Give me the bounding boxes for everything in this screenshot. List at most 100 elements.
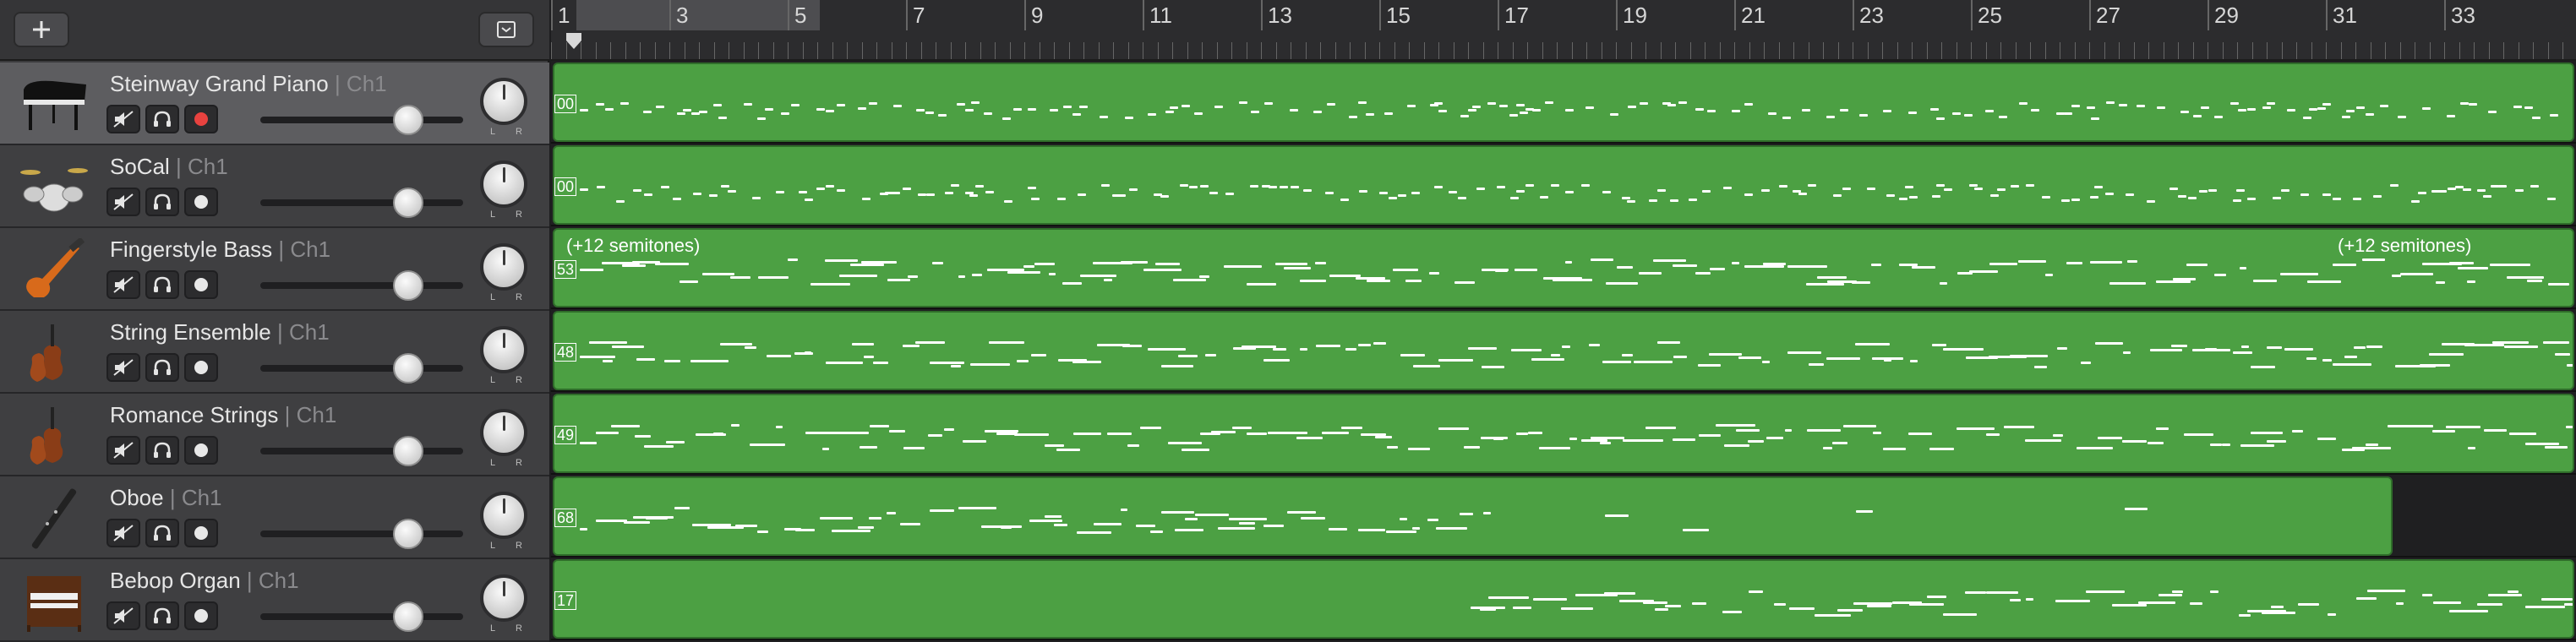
pan-knob[interactable] xyxy=(480,492,527,539)
track-lane-0[interactable]: 00 xyxy=(551,61,2576,144)
solo-button[interactable] xyxy=(145,353,179,382)
midi-note xyxy=(1411,527,1421,530)
pan-label-r: R xyxy=(516,209,522,220)
volume-slider[interactable] xyxy=(260,601,463,632)
track-lane-3[interactable]: 48 xyxy=(551,309,2576,392)
track-lane-6[interactable]: 17 xyxy=(551,558,2576,640)
volume-slider-track xyxy=(260,530,463,537)
mute-button[interactable] xyxy=(106,105,140,133)
track-header-2[interactable]: Fingerstyle Bass | Ch1 L R xyxy=(0,228,549,311)
pan-knob[interactable] xyxy=(480,243,527,291)
track-header-6[interactable]: Bebop Organ | Ch1 L R xyxy=(0,559,549,642)
track-header-4[interactable]: Romance Strings | Ch1 L R xyxy=(0,394,549,476)
solo-button[interactable] xyxy=(145,105,179,133)
midi-region[interactable]: 00 xyxy=(553,63,2574,142)
record-enable-button[interactable] xyxy=(184,519,218,547)
midi-region[interactable]: 48 xyxy=(553,311,2574,390)
track-header-1[interactable]: SoCal | Ch1 L R xyxy=(0,145,549,228)
solo-button[interactable] xyxy=(145,519,179,547)
track-lane-1[interactable]: 00 xyxy=(551,144,2576,226)
ruler-bar-number: 31 xyxy=(2333,3,2357,28)
midi-note xyxy=(1749,590,1763,593)
pan-knob[interactable] xyxy=(480,160,527,208)
mute-button[interactable] xyxy=(106,270,140,299)
midi-note xyxy=(974,185,984,188)
track-name[interactable]: Bebop Organ | Ch1 xyxy=(110,568,299,594)
midi-note xyxy=(664,360,680,362)
track-name[interactable]: Oboe | Ch1 xyxy=(110,485,222,511)
mute-button[interactable] xyxy=(106,436,140,465)
pan-knob[interactable] xyxy=(480,574,527,622)
track-lane-2[interactable]: (+12 semitones) (+12 semitones) 53 xyxy=(551,226,2576,309)
ruler-tick xyxy=(1616,42,1617,59)
midi-region[interactable]: 17 xyxy=(553,559,2574,639)
add-track-button[interactable] xyxy=(14,12,69,47)
record-enable-button[interactable] xyxy=(184,105,218,133)
track-lane-4[interactable]: 49 xyxy=(551,392,2576,475)
playhead-icon[interactable] xyxy=(565,32,582,51)
track-name[interactable]: Steinway Grand Piano | Ch1 xyxy=(110,71,387,97)
midi-region[interactable]: 00 xyxy=(553,145,2574,225)
track-name[interactable]: Fingerstyle Bass | Ch1 xyxy=(110,237,330,263)
mute-button[interactable] xyxy=(106,601,140,630)
pan-knob[interactable] xyxy=(480,78,527,125)
volume-slider-handle[interactable] xyxy=(393,270,424,301)
midi-note xyxy=(1389,197,1397,199)
midi-region[interactable]: 68 xyxy=(553,476,2393,556)
tracks-area[interactable]: 00 00 (+12 semitones) (+12 semitones) 53 48 49… xyxy=(551,61,2576,642)
record-enable-button[interactable] xyxy=(184,188,218,216)
volume-slider[interactable] xyxy=(260,436,463,466)
volume-slider-handle[interactable] xyxy=(393,105,424,135)
volume-slider-handle[interactable] xyxy=(393,188,424,218)
volume-slider[interactable] xyxy=(260,270,463,301)
pan-knob[interactable] xyxy=(480,409,527,456)
volume-slider[interactable] xyxy=(260,188,463,218)
timeline-ruler[interactable]: 1 3 5 7 9 11 13 15 17 19 21 23 25 27 29 31 33 xyxy=(551,0,2576,61)
ruler-bar-27: 27 xyxy=(2089,0,2120,30)
pan-label-l: L xyxy=(490,541,496,551)
pan-knob[interactable] xyxy=(480,326,527,373)
volume-slider-handle[interactable] xyxy=(393,519,424,549)
mute-button[interactable] xyxy=(106,188,140,216)
track-header-5[interactable]: Oboe | Ch1 L R xyxy=(0,476,549,559)
record-enable-button[interactable] xyxy=(184,436,218,465)
volume-slider-handle[interactable] xyxy=(393,436,424,466)
midi-region[interactable]: 49 xyxy=(553,394,2574,473)
solo-button[interactable] xyxy=(145,270,179,299)
ruler-tick xyxy=(1749,42,1750,59)
record-enable-button[interactable] xyxy=(184,270,218,299)
midi-note xyxy=(660,186,669,188)
track-header-3[interactable]: String Ensemble | Ch1 L R xyxy=(0,311,549,394)
volume-slider-handle[interactable] xyxy=(393,601,424,632)
ruler-tick xyxy=(906,42,907,59)
midi-note xyxy=(971,274,983,276)
track-header-options-button[interactable] xyxy=(478,12,534,47)
cycle-region[interactable] xyxy=(576,0,820,30)
volume-slider[interactable] xyxy=(260,105,463,135)
midi-note xyxy=(2041,196,2050,199)
mute-button[interactable] xyxy=(106,353,140,382)
record-enable-button[interactable] xyxy=(184,601,218,630)
volume-slider[interactable] xyxy=(260,353,463,384)
mute-button[interactable] xyxy=(106,519,140,547)
solo-button[interactable] xyxy=(145,436,179,465)
record-enable-button[interactable] xyxy=(184,353,218,382)
midi-note xyxy=(1242,345,1277,348)
track-name[interactable]: Romance Strings | Ch1 xyxy=(110,402,336,428)
track-header-0[interactable]: Steinway Grand Piano | Ch1 L R xyxy=(0,63,549,145)
track-name[interactable]: SoCal | Ch1 xyxy=(110,154,228,180)
ruler-tick xyxy=(1764,42,1765,59)
midi-region[interactable]: (+12 semitones) (+12 semitones) 53 xyxy=(553,228,2574,307)
headphones-icon xyxy=(154,111,171,127)
midi-note xyxy=(1174,529,1203,531)
midi-note xyxy=(718,117,728,119)
volume-slider-handle[interactable] xyxy=(393,353,424,384)
solo-button[interactable] xyxy=(145,188,179,216)
solo-button[interactable] xyxy=(145,601,179,630)
track-name[interactable]: String Ensemble | Ch1 xyxy=(110,319,330,345)
track-lane-5[interactable]: 68 xyxy=(551,475,2576,558)
volume-slider[interactable] xyxy=(260,519,463,549)
midi-note xyxy=(1325,192,1334,194)
midi-note xyxy=(2467,447,2475,449)
midi-note xyxy=(743,103,752,106)
